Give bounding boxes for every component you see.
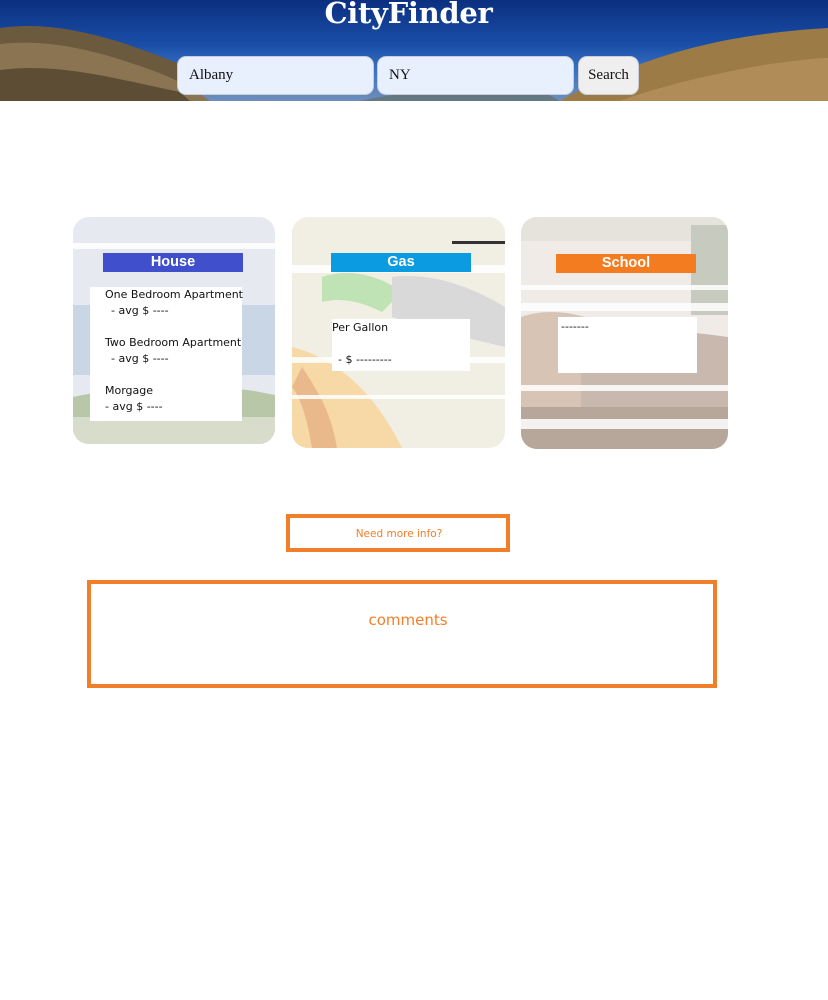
school-card: School ------- bbox=[521, 217, 728, 449]
need-more-info-button[interactable]: Need more info? bbox=[286, 514, 510, 552]
gas-card: Gas Per Gallon - $ --------- bbox=[292, 217, 505, 448]
city-input[interactable] bbox=[177, 56, 374, 95]
house-item-value: - avg $ ---- bbox=[111, 304, 169, 317]
header-banner: CityFinder Search bbox=[0, 0, 828, 101]
house-item-value: - avg $ ---- bbox=[111, 352, 169, 365]
decorative-strip bbox=[521, 419, 728, 429]
decorative-strip bbox=[521, 303, 728, 311]
school-value: ------- bbox=[561, 320, 589, 333]
house-item-label: Morgage bbox=[105, 384, 154, 397]
house-card-details: One Bedroom Apartment - avg $ ---- Two B… bbox=[90, 287, 243, 421]
school-card-details: ------- bbox=[558, 317, 697, 373]
gas-card-title: Gas bbox=[331, 253, 471, 272]
decorative-strip bbox=[292, 395, 505, 399]
house-card: House One Bedroom Apartment - avg $ ----… bbox=[73, 217, 275, 444]
gas-price-value: - $ --------- bbox=[338, 353, 392, 366]
gas-price-label: Per Gallon bbox=[332, 321, 389, 334]
decorative-strip bbox=[521, 385, 728, 391]
state-input[interactable] bbox=[377, 56, 574, 95]
house-item-label: Two Bedroom Apartment bbox=[105, 336, 242, 349]
comments-box[interactable]: comments bbox=[87, 580, 717, 688]
site-title: CityFinder bbox=[324, 0, 493, 30]
house-card-title: House bbox=[103, 253, 243, 272]
house-item-label: One Bedroom Apartment bbox=[105, 288, 243, 301]
comments-label: comments bbox=[368, 611, 448, 629]
search-button[interactable]: Search bbox=[578, 56, 639, 95]
decorative-strip bbox=[73, 243, 275, 249]
gas-card-details: Per Gallon - $ --------- bbox=[332, 319, 470, 371]
decorative-strip bbox=[521, 285, 728, 290]
school-card-title: School bbox=[556, 254, 696, 273]
house-item-value: - avg $ ---- bbox=[105, 400, 163, 413]
